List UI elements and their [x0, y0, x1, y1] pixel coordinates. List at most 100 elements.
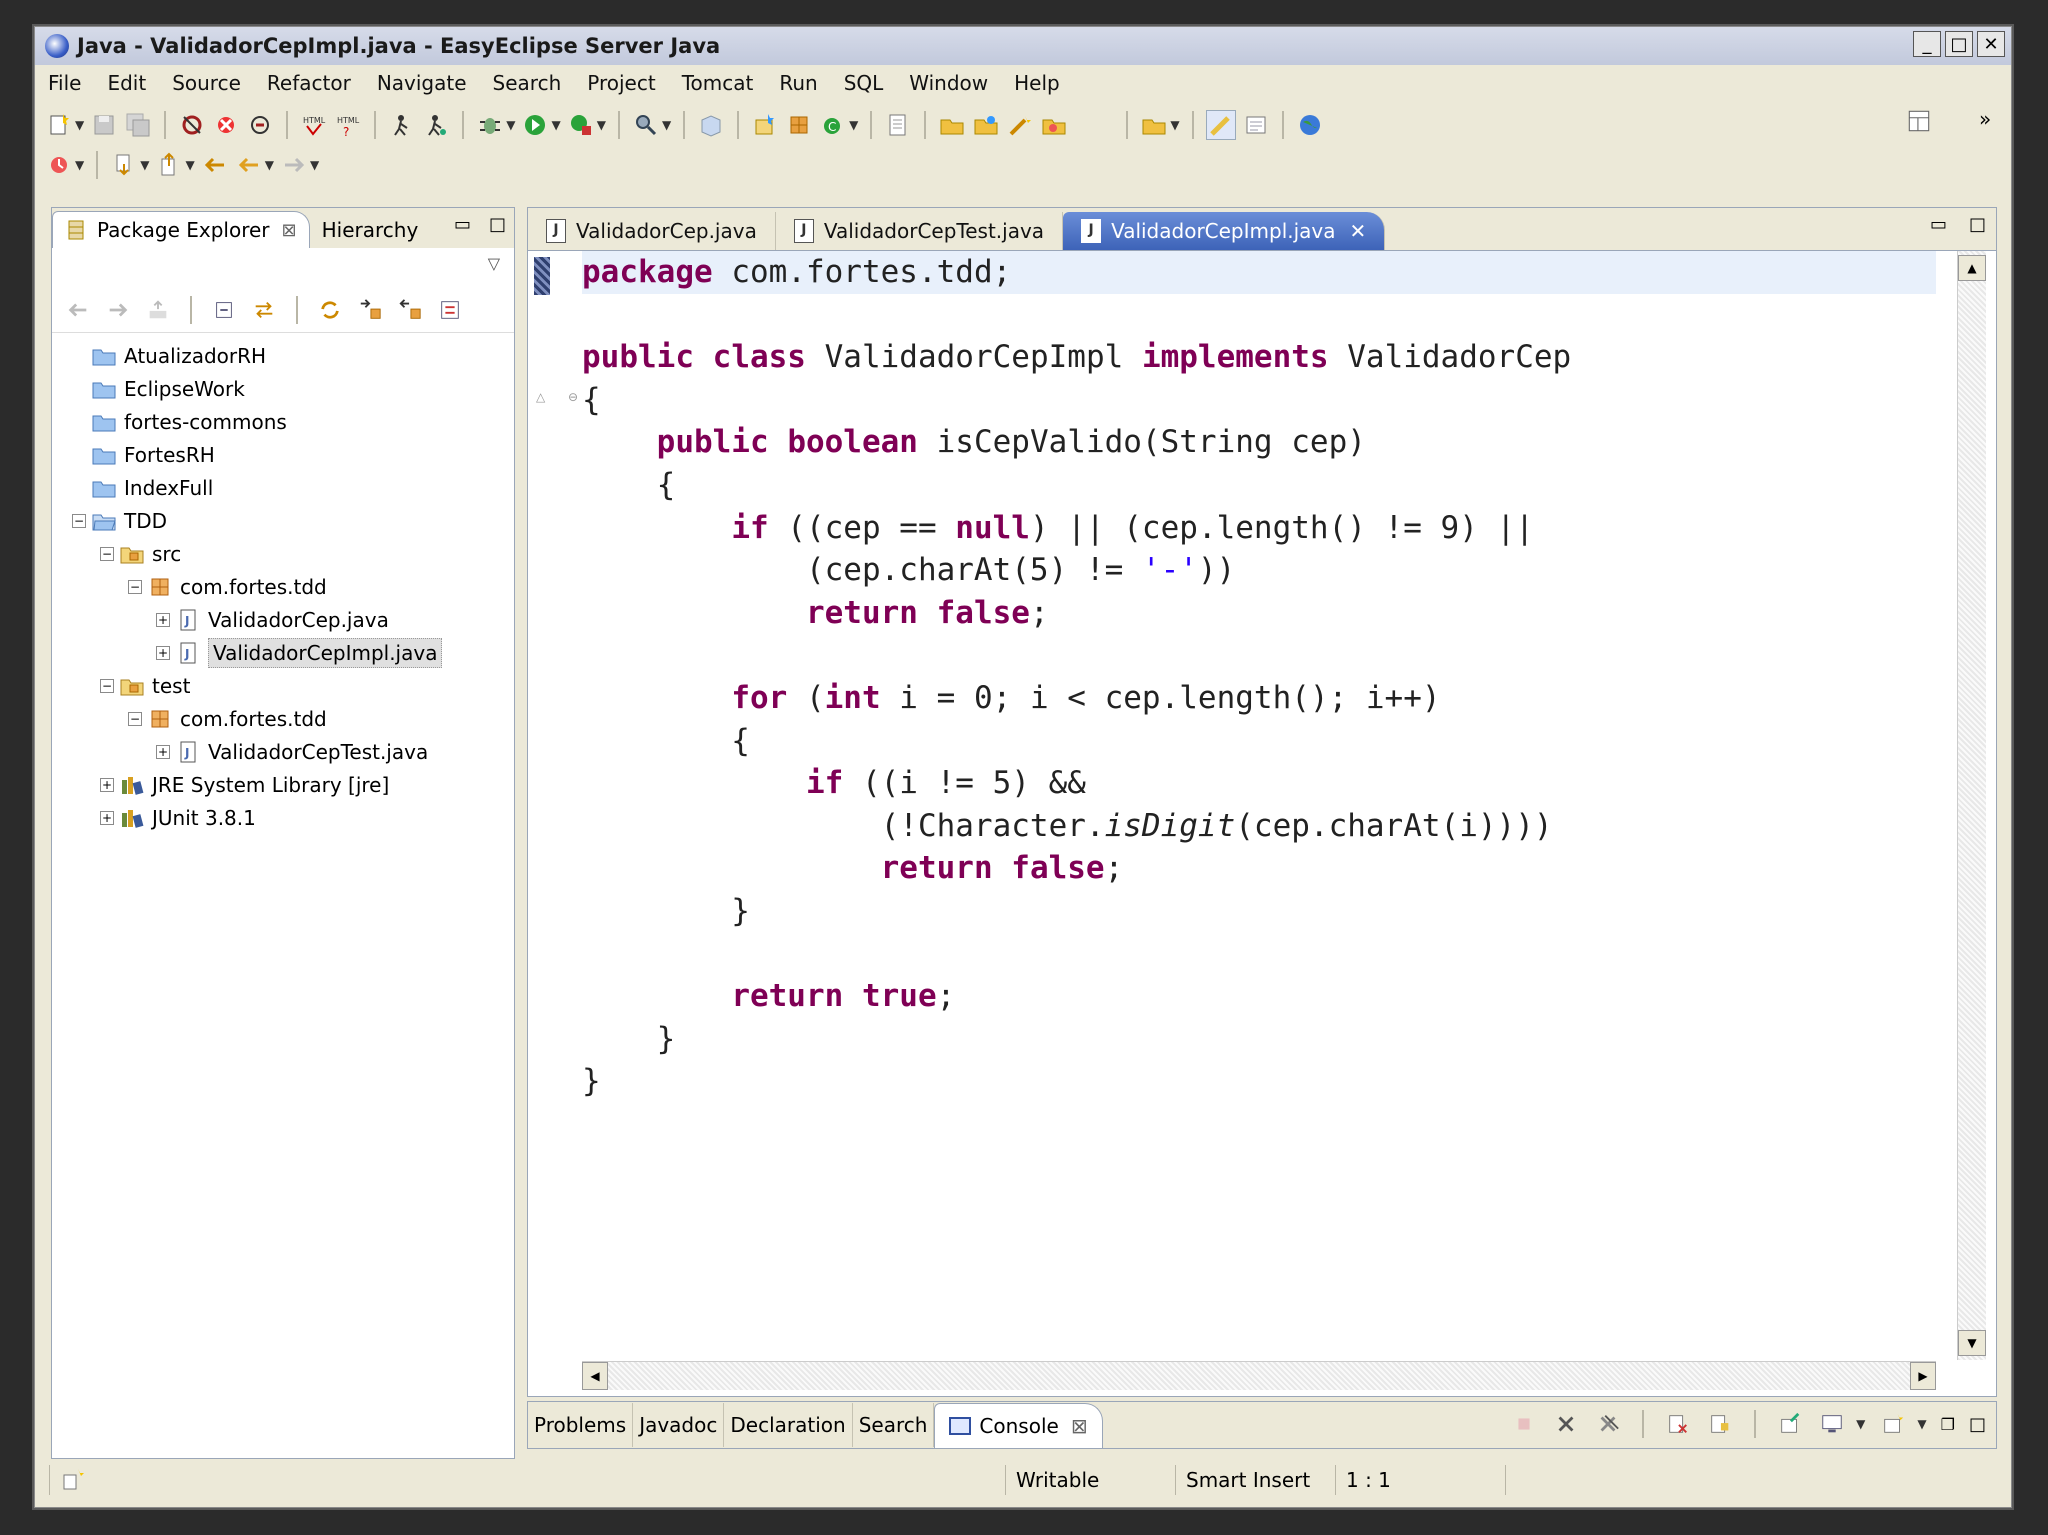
- tree-item[interactable]: − com.fortes.tdd: [52, 570, 514, 603]
- menu-navigate[interactable]: Navigate: [364, 71, 480, 95]
- tab-problems[interactable]: Problems: [528, 1403, 634, 1447]
- tab-javadoc[interactable]: Javadoc: [633, 1403, 725, 1447]
- editor-tab[interactable]: J ValidadorCepImpl.java ✕: [1063, 212, 1386, 250]
- collapse-all-icon[interactable]: [210, 296, 238, 324]
- restore-view-icon[interactable]: ❐: [1941, 1415, 1955, 1434]
- scroll-up-icon[interactable]: ▲: [1958, 255, 1986, 281]
- undeploy-icon[interactable]: [212, 111, 240, 139]
- minimize-view-icon[interactable]: ▭: [454, 214, 471, 235]
- last-edit-icon[interactable]: [201, 151, 229, 179]
- run-icon[interactable]: [521, 111, 549, 139]
- close-icon[interactable]: ⊠: [1071, 1414, 1088, 1438]
- collapse-icon[interactable]: −: [72, 513, 86, 528]
- box-icon[interactable]: [697, 111, 725, 139]
- search-icon[interactable]: [632, 111, 660, 139]
- tree-item[interactable]: AtualizadorRH: [52, 339, 514, 372]
- editor-tab[interactable]: J ValidadorCepTest.java: [776, 212, 1064, 250]
- minimize-editor-icon[interactable]: ▭: [1930, 214, 1947, 235]
- menu-edit[interactable]: Edit: [94, 71, 159, 95]
- tab-hierarchy[interactable]: Hierarchy: [310, 212, 431, 248]
- remove-all-launches-icon[interactable]: [1594, 1410, 1622, 1438]
- next-annotation-icon[interactable]: [110, 151, 138, 179]
- tab-console[interactable]: Console ⊠: [934, 1402, 1103, 1448]
- open-file-icon[interactable]: [884, 111, 912, 139]
- scroll-left-icon[interactable]: ◀: [582, 1362, 608, 1390]
- commit-icon[interactable]: [356, 296, 384, 324]
- new-icon[interactable]: [45, 111, 73, 139]
- new-class-icon[interactable]: C: [819, 111, 847, 139]
- pin-console-icon[interactable]: [1776, 1410, 1804, 1438]
- maximize-view-icon[interactable]: □: [1969, 1414, 1986, 1435]
- run-server-icon[interactable]: [388, 111, 416, 139]
- close-button[interactable]: ✕: [1977, 31, 2005, 57]
- tab-search[interactable]: Search: [853, 1403, 935, 1447]
- tree-item[interactable]: + JUnit 3.8.1: [52, 801, 514, 834]
- link-with-editor-icon[interactable]: [250, 296, 278, 324]
- scroll-down-icon[interactable]: ▼: [1958, 1330, 1986, 1356]
- previous-annotation-icon[interactable]: [155, 151, 183, 179]
- workspace-icon[interactable]: [1140, 111, 1168, 139]
- view-menu-icon[interactable]: ▽: [488, 254, 500, 273]
- collapse-icon[interactable]: −: [128, 579, 142, 594]
- last-edit-location-icon[interactable]: [45, 151, 73, 179]
- open-resource-icon[interactable]: [972, 111, 1000, 139]
- tree-item[interactable]: IndexFull: [52, 471, 514, 504]
- tree-item[interactable]: FortesRH: [52, 438, 514, 471]
- html-validate-icon[interactable]: HTML: [300, 111, 328, 139]
- vertical-scrollbar[interactable]: ▲ ▼: [1957, 251, 1986, 1360]
- menu-search[interactable]: Search: [480, 71, 575, 95]
- tree-item[interactable]: + JRE System Library [jre]: [52, 768, 514, 801]
- back-icon[interactable]: [235, 151, 263, 179]
- tree-item[interactable]: − src: [52, 537, 514, 570]
- redeploy-icon[interactable]: [246, 111, 274, 139]
- tree-item[interactable]: + J ValidadorCep.java: [52, 603, 514, 636]
- up-icon[interactable]: [144, 296, 172, 324]
- open-type-icon[interactable]: [938, 111, 966, 139]
- terminate-icon[interactable]: [1510, 1410, 1538, 1438]
- expand-icon[interactable]: +: [156, 744, 170, 759]
- html-preview-icon[interactable]: HTML?: [334, 111, 362, 139]
- tree-item[interactable]: fortes-commons: [52, 405, 514, 438]
- expand-icon[interactable]: +: [156, 612, 170, 627]
- menu-run[interactable]: Run: [766, 71, 830, 95]
- minimize-button[interactable]: _: [1913, 31, 1941, 57]
- new-package-icon[interactable]: [785, 111, 813, 139]
- collapse-icon[interactable]: −: [100, 546, 114, 561]
- open-perspective-icon[interactable]: [1905, 107, 1933, 140]
- sync-icon[interactable]: [316, 296, 344, 324]
- tree-item[interactable]: + J ValidadorCepTest.java: [52, 735, 514, 768]
- open-folder-icon[interactable]: [1040, 111, 1068, 139]
- menu-tomcat[interactable]: Tomcat: [669, 71, 767, 95]
- expand-icon[interactable]: +: [100, 810, 114, 825]
- scroll-lock-icon[interactable]: [1706, 1410, 1734, 1438]
- more-perspectives-icon[interactable]: »: [1979, 107, 1991, 131]
- deploy-icon[interactable]: [178, 111, 206, 139]
- wand-icon[interactable]: [1006, 111, 1034, 139]
- scroll-right-icon[interactable]: ▶: [1910, 1362, 1936, 1390]
- code-area[interactable]: package com.fortes.tdd;​public class Val…: [582, 251, 1936, 1360]
- menu-help[interactable]: Help: [1001, 71, 1073, 95]
- display-console-icon[interactable]: [1818, 1410, 1846, 1438]
- mark-occurrences-icon[interactable]: [1205, 110, 1236, 140]
- globe-icon[interactable]: [1296, 111, 1324, 139]
- tree-item[interactable]: − TDD: [52, 504, 514, 537]
- menu-refactor[interactable]: Refactor: [254, 71, 364, 95]
- collapse-icon[interactable]: −: [128, 711, 142, 726]
- back-icon[interactable]: [64, 296, 92, 324]
- maximize-editor-icon[interactable]: □: [1969, 214, 1986, 235]
- external-tools-icon[interactable]: [567, 111, 595, 139]
- debug-icon[interactable]: [476, 111, 504, 139]
- editor-tab[interactable]: J ValidadorCep.java: [528, 212, 776, 250]
- maximize-button[interactable]: □: [1945, 31, 1973, 57]
- tab-package-explorer[interactable]: Package Explorer ⊠: [52, 211, 310, 248]
- remove-launch-icon[interactable]: [1552, 1410, 1580, 1438]
- debug-server-icon[interactable]: [422, 111, 450, 139]
- expand-icon[interactable]: +: [100, 777, 114, 792]
- synchronize-icon[interactable]: [436, 296, 464, 324]
- clear-console-icon[interactable]: [1664, 1410, 1692, 1438]
- tree-item[interactable]: EclipseWork: [52, 372, 514, 405]
- open-console-icon[interactable]: [1879, 1410, 1907, 1438]
- menu-window[interactable]: Window: [896, 71, 1001, 95]
- update-icon[interactable]: [396, 296, 424, 324]
- close-icon[interactable]: ⊠: [282, 220, 297, 241]
